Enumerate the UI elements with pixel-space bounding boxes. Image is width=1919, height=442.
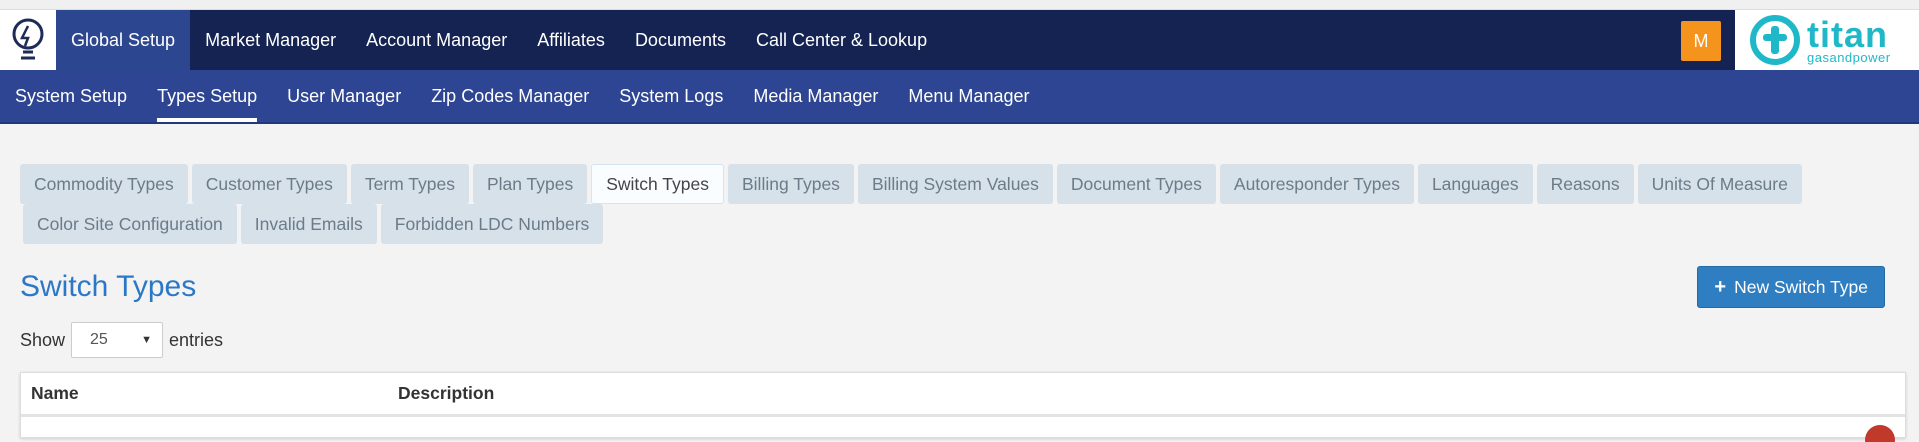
sub-nav-user-manager[interactable]: User Manager <box>272 70 416 122</box>
top-nav-call-center-and-lookup[interactable]: Call Center & Lookup <box>741 10 942 70</box>
top-nav-affiliates[interactable]: Affiliates <box>522 10 620 70</box>
tab-billing-system-values[interactable]: Billing System Values <box>857 164 1053 204</box>
top-nav-menu: Global Setup Market Manager Account Manage… <box>56 10 942 70</box>
switch-types-table: Name Description <box>20 372 1906 442</box>
tab-switch-types[interactable]: Switch Types <box>591 164 724 204</box>
types-tabs: Commodity Types Customer Types Term Types P… <box>20 164 1900 244</box>
page-title: Switch Types <box>20 270 197 303</box>
top-nav-account-manager[interactable]: Account Manager <box>351 10 522 70</box>
brand-name: titan <box>1807 13 1888 55</box>
user-avatar[interactable]: M <box>1681 21 1721 61</box>
sub-nav-menu-manager[interactable]: Menu Manager <box>893 70 1044 122</box>
tab-billing-types[interactable]: Billing Types <box>728 164 854 204</box>
page-size-value: 25 <box>90 331 108 348</box>
tab-reasons[interactable]: Reasons <box>1536 164 1634 204</box>
browser-strip <box>0 0 1919 10</box>
sub-nav-media-manager[interactable]: Media Manager <box>738 70 893 122</box>
page-length-control: Show 25 ▼ entries <box>20 322 1899 358</box>
tab-commodity-types[interactable]: Commodity Types <box>20 164 188 204</box>
tab-color-site-configuration[interactable]: Color Site Configuration <box>23 204 237 244</box>
table-row <box>21 417 1905 442</box>
brand-tagline: gasandpower <box>1807 49 1891 65</box>
tab-units-of-measure[interactable]: Units Of Measure <box>1637 164 1802 204</box>
tab-languages[interactable]: Languages <box>1417 164 1533 204</box>
show-label: Show <box>20 329 66 350</box>
plus-icon: + <box>1714 275 1727 298</box>
tab-document-types[interactable]: Document Types <box>1056 164 1216 204</box>
top-nav-documents[interactable]: Documents <box>620 10 741 70</box>
tab-plan-types[interactable]: Plan Types <box>472 164 588 204</box>
title-row: Switch Types + New Switch Type <box>20 266 1899 308</box>
column-header-name[interactable]: Name <box>21 383 398 404</box>
page-size-select[interactable]: 25 ▼ <box>71 322 164 358</box>
sub-nav-system-logs[interactable]: System Logs <box>604 70 738 122</box>
sub-navbar: System Setup Types Setup User Manager Zip C… <box>0 70 1919 124</box>
table-header: Name Description <box>21 373 1905 417</box>
entries-label: entries <box>169 329 224 350</box>
tabs-row-2: Color Site Configuration Invalid Emails Fo… <box>23 204 607 244</box>
delete-icon[interactable] <box>1865 425 1895 442</box>
tab-customer-types[interactable]: Customer Types <box>191 164 347 204</box>
tab-invalid-emails[interactable]: Invalid Emails <box>240 204 377 244</box>
column-header-description[interactable]: Description <box>398 383 494 404</box>
sub-nav-zip-codes-manager[interactable]: Zip Codes Manager <box>416 70 604 122</box>
titan-logo-icon <box>1750 15 1800 65</box>
tab-forbidden-ldc-numbers[interactable]: Forbidden LDC Numbers <box>380 204 604 244</box>
brand-text: titan gasandpower <box>1807 13 1891 65</box>
tabs-row-1: Commodity Types Customer Types Term Types P… <box>20 164 1806 204</box>
top-nav-market-manager[interactable]: Market Manager <box>190 10 351 70</box>
new-button-label: New Switch Type <box>1734 276 1868 297</box>
lightbulb-logo-icon <box>12 18 44 60</box>
new-switch-type-button[interactable]: + New Switch Type <box>1697 266 1885 308</box>
chevron-down-icon: ▼ <box>141 334 153 346</box>
sub-nav-types-setup[interactable]: Types Setup <box>142 70 272 122</box>
top-navbar: Global Setup Market Manager Account Manage… <box>0 10 1919 70</box>
tab-term-types[interactable]: Term Types <box>350 164 469 204</box>
tab-autoresponder-types[interactable]: Autoresponder Types <box>1219 164 1414 204</box>
top-nav-global-setup[interactable]: Global Setup <box>56 10 191 70</box>
app-logo[interactable] <box>0 10 56 70</box>
sub-nav-system-setup[interactable]: System Setup <box>0 70 142 122</box>
main-content: Commodity Types Customer Types Term Types P… <box>0 124 1919 442</box>
brand-logo: titan gasandpower <box>1735 10 1919 70</box>
